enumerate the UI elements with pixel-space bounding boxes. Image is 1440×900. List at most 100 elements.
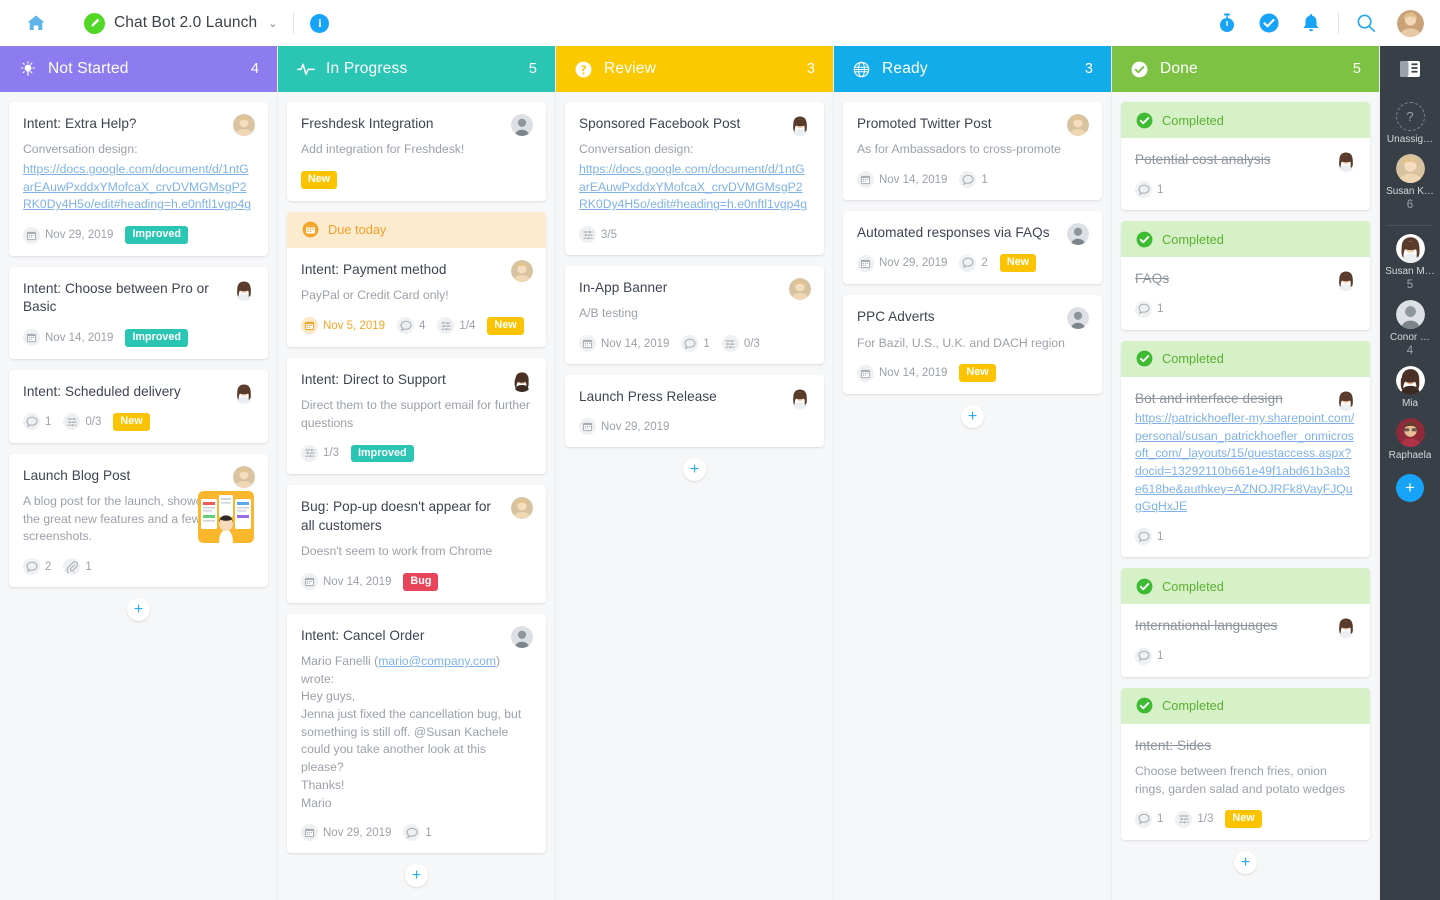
rail-member-name: Susan K…: [1386, 186, 1434, 197]
avatar-susan-k: [789, 278, 811, 301]
column-ready: Ready 3 Promoted Twitter Post As for Ambass…: [834, 46, 1112, 900]
card[interactable]: Intent: Choose between Pro or Basic Nov 1…: [9, 266, 268, 359]
card-title: Intent: Payment method: [301, 261, 447, 277]
search-icon[interactable]: [1355, 12, 1377, 34]
card-title: Freshdesk Integration: [301, 116, 434, 131]
card-meta: 3/5: [579, 226, 810, 244]
card-banner-label: Completed: [1162, 351, 1224, 367]
rail-member[interactable]: Conor … 4: [1380, 300, 1440, 357]
meta-comment: 2: [959, 254, 988, 272]
card[interactable]: Intent: Cancel Order Mario Fanelli (mario…: [287, 613, 546, 854]
card-link[interactable]: https://patrickhoefler-my.sharepoint.com…: [1135, 410, 1356, 516]
card-banner-label: Completed: [1162, 578, 1224, 594]
card[interactable]: In-App Banner A/B testing Nov 14, 2019 1 0/3: [565, 266, 824, 365]
calendar-icon: [579, 418, 596, 436]
card-meta: 1 0/3 New: [23, 412, 254, 431]
add-card-button-ready[interactable]: +: [961, 405, 984, 429]
badge-new: New: [301, 171, 338, 189]
meta-calendar: Nov 14, 2019: [301, 573, 391, 591]
meta-comment: 1: [1135, 810, 1163, 828]
rail-member[interactable]: ? Unassig…: [1380, 102, 1440, 145]
card-banner: Completed: [1121, 687, 1370, 724]
panel-toggle-button[interactable]: [1380, 46, 1440, 92]
home-icon[interactable]: [22, 10, 50, 36]
divider: [1338, 12, 1339, 34]
meta-calendar: Nov 29, 2019: [301, 824, 391, 842]
card-email-link[interactable]: mario@company.com: [378, 654, 496, 668]
column-header-not_started[interactable]: Not Started 4: [0, 46, 277, 92]
card[interactable]: Launch Press Release Nov 29, 2019: [565, 375, 824, 448]
card[interactable]: Completed Potential cost analysis 1: [1121, 102, 1370, 211]
card[interactable]: Intent: Direct to Support Direct them to …: [287, 357, 546, 475]
meta-comment: 1: [1135, 528, 1163, 546]
column-not_started: Not Started 4 Intent: Extra Help? Conversat…: [0, 46, 278, 900]
chevron-down-icon[interactable]: ⌄: [268, 17, 277, 30]
calendar-icon: [23, 329, 40, 347]
avatar[interactable]: [1397, 9, 1424, 37]
card[interactable]: Sponsored Facebook Post Conversation desi…: [565, 102, 824, 256]
badge-new: New: [487, 316, 524, 335]
meta-value: 0/3: [743, 337, 760, 350]
avatar-susan-m: [789, 387, 811, 410]
card[interactable]: Completed FAQs 1: [1121, 221, 1370, 330]
info-icon[interactable]: i: [310, 13, 330, 33]
bell-icon[interactable]: [1300, 12, 1322, 34]
column-header-ready[interactable]: Ready 3: [834, 46, 1111, 92]
comment-icon: [23, 413, 40, 431]
card[interactable]: Promoted Twitter Post As for Ambassadors …: [843, 102, 1102, 201]
meta-subtask: 0/3: [721, 335, 760, 353]
avatar-susan-m: [1335, 616, 1357, 639]
rail-member[interactable]: Susan K… 6: [1380, 154, 1440, 211]
rail-member[interactable]: Susan M… 5: [1380, 234, 1440, 291]
card[interactable]: Intent: Scheduled delivery 1 0/3 New: [9, 369, 268, 443]
column-header-done[interactable]: Done 5: [1112, 46, 1379, 92]
card[interactable]: Bug: Pop-up doesn't appear for all custo…: [287, 485, 546, 603]
column-header-review[interactable]: Review 3: [556, 46, 833, 92]
meta-subtask: 1/3: [301, 444, 339, 462]
meta-comment: 1: [403, 824, 432, 842]
rail-member[interactable]: Mia: [1380, 366, 1440, 409]
card[interactable]: Completed International languages 1: [1121, 568, 1370, 677]
avatar-susan-m: [233, 278, 255, 301]
card-title: In-App Banner: [579, 280, 668, 296]
card[interactable]: Completed Bot and interface design https:/…: [1121, 340, 1370, 558]
column-title: Review: [604, 60, 657, 77]
badge-improved: Improved: [125, 328, 189, 347]
project-selector[interactable]: Chat Bot 2.0 Launch ⌄: [84, 12, 277, 34]
card-description: Conversation design:: [579, 142, 694, 157]
card-link[interactable]: https://docs.google.com/document/d/1ntGa…: [23, 161, 254, 214]
card[interactable]: Freshdesk Integration Add integration for…: [287, 102, 546, 201]
meta-value: 3/5: [601, 228, 617, 241]
card[interactable]: Due today Intent: Payment method PayPal or…: [287, 211, 546, 347]
calendar-icon: [857, 254, 874, 272]
card[interactable]: Intent: Extra Help? Conversation design: h…: [9, 102, 268, 256]
calendar-icon: [579, 335, 596, 353]
add-card-button-in_progress[interactable]: +: [405, 864, 428, 888]
add-card-button-done[interactable]: +: [1234, 851, 1257, 875]
card[interactable]: Completed Intent: Sides Choose between fre…: [1121, 687, 1370, 841]
column-header-in_progress[interactable]: In Progress 5: [278, 46, 555, 92]
meta-calendar: Nov 14, 2019: [857, 364, 947, 382]
rail-member[interactable]: Raphaela: [1380, 418, 1440, 461]
card[interactable]: Launch Blog Post A blog post for the laun…: [9, 453, 268, 588]
card-title: FAQs: [1135, 271, 1170, 287]
add-member-button[interactable]: +: [1396, 474, 1424, 502]
card-banner: Completed: [1121, 221, 1370, 258]
column-title: Ready: [882, 60, 928, 77]
card-link[interactable]: https://docs.google.com/document/d/1ntGa…: [579, 161, 810, 214]
check-circle-icon[interactable]: [1258, 12, 1280, 34]
comment-icon: [959, 171, 977, 189]
add-card-button-review[interactable]: +: [683, 458, 706, 482]
card[interactable]: Automated responses via FAQs Nov 29, 2019…: [843, 211, 1102, 285]
card-title: Intent: Scheduled delivery: [23, 383, 181, 399]
subtask-icon: [1175, 810, 1193, 828]
add-card-button-not_started[interactable]: +: [127, 598, 150, 622]
meta-value: 0/3: [85, 415, 102, 428]
meta-calendar: Nov 29, 2019: [857, 254, 947, 272]
timer-icon[interactable]: [1216, 12, 1238, 34]
column-body-not_started: Intent: Extra Help? Conversation design: h…: [0, 92, 277, 900]
card-meta: 1: [1135, 300, 1356, 318]
card-banner: Due today: [287, 211, 546, 248]
card[interactable]: PPC Adverts For Bazil, U.S., U.K. and DAC…: [843, 295, 1102, 395]
meta-calendar: Nov 14, 2019: [23, 329, 113, 347]
